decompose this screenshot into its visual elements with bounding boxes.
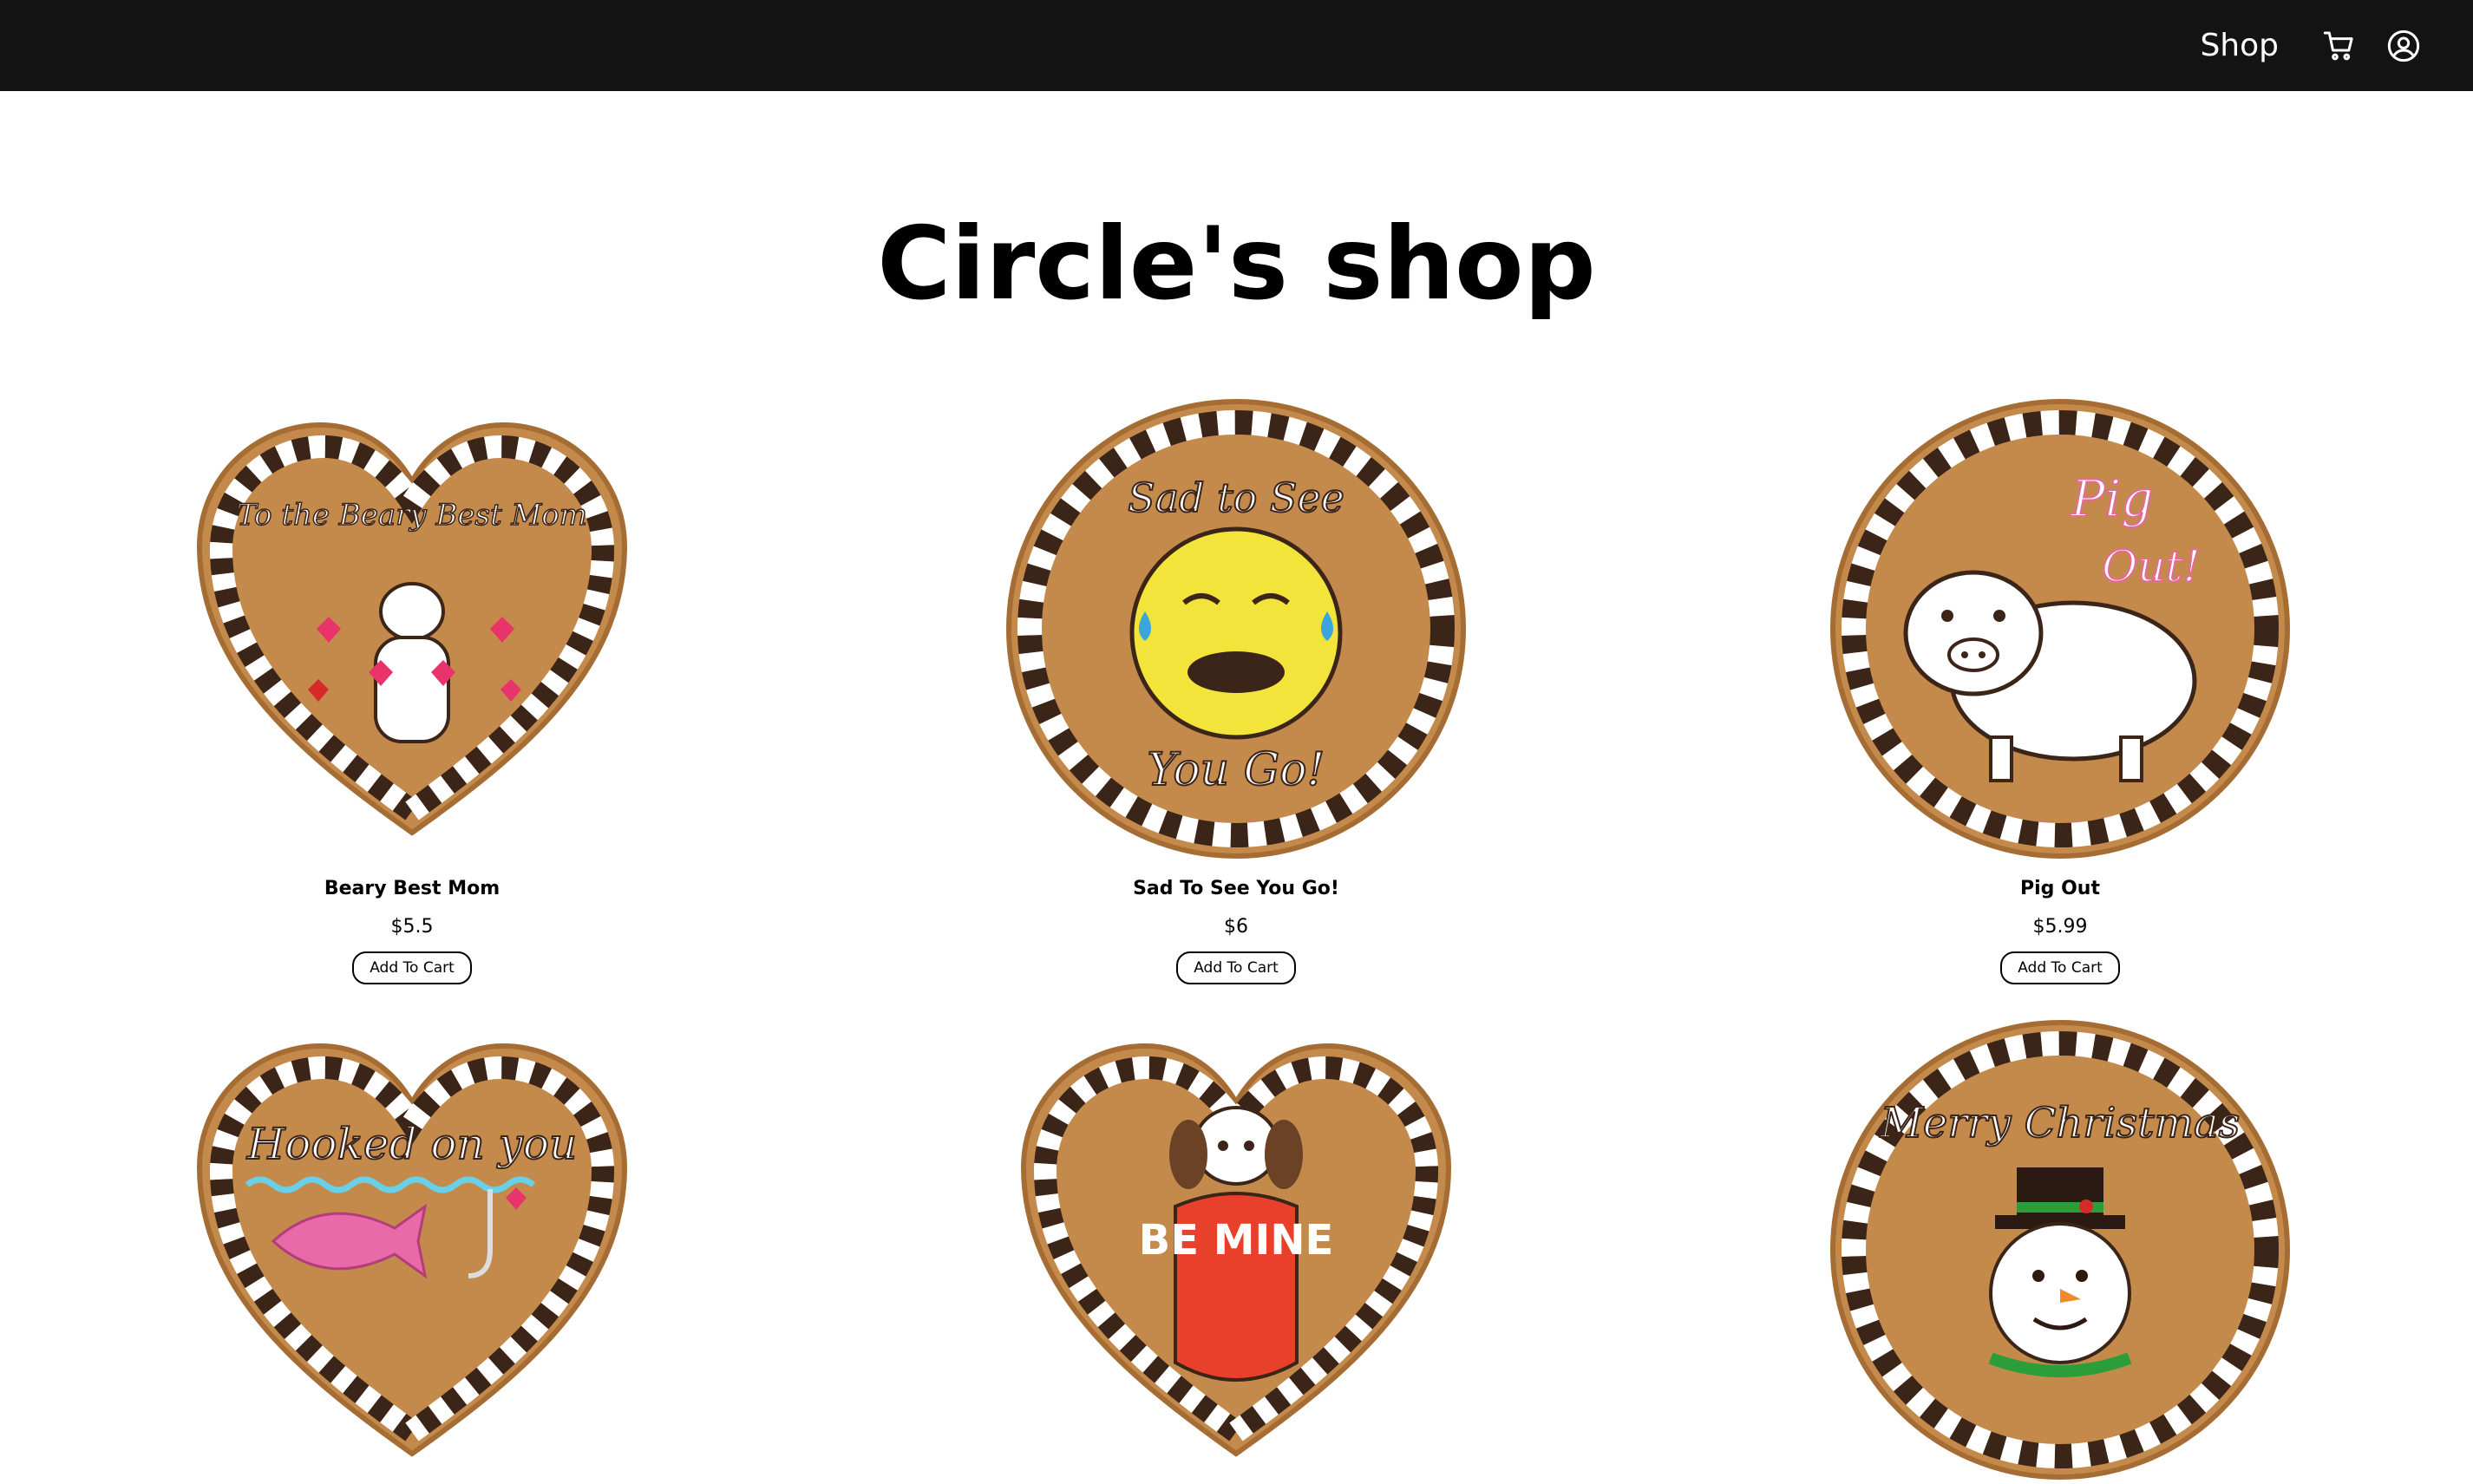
product-card: Hooked on you xyxy=(0,1016,824,1484)
product-card: To the Beary Best Mom Beary Best Mom $5.… xyxy=(0,395,824,984)
user-circle-icon[interactable] xyxy=(2385,27,2423,65)
svg-text:Out!: Out! xyxy=(2102,541,2200,592)
add-to-cart-button[interactable]: Add To Cart xyxy=(2000,951,2120,984)
page-title: Circle's shop xyxy=(877,206,1596,323)
svg-text:Pig: Pig xyxy=(2071,469,2154,528)
svg-text:Hooked on you: Hooked on you xyxy=(246,1119,577,1169)
nav-shop-link[interactable]: Shop xyxy=(2200,28,2279,63)
product-price: $5.99 xyxy=(2032,916,2088,938)
product-price: $6 xyxy=(1224,916,1248,938)
product-card: BE MINE xyxy=(824,1016,1648,1484)
cookie-image-circle[interactable]: Pig Out! xyxy=(1826,395,2294,863)
svg-text:You Go!: You Go! xyxy=(1148,744,1325,796)
product-grid: To the Beary Best Mom Beary Best Mom $5.… xyxy=(0,395,2473,1484)
top-navbar: Shop xyxy=(0,0,2473,91)
product-card: Pig Out! Pig Out $5.99 Add To Cart xyxy=(1648,395,2472,984)
product-card: Merry Christmas xyxy=(1648,1016,2472,1484)
add-to-cart-button[interactable]: Add To Cart xyxy=(1176,951,1296,984)
product-name: Beary Best Mom xyxy=(324,878,500,899)
cookie-image-circle[interactable]: Merry Christmas xyxy=(1826,1016,2294,1484)
svg-text:BE MINE: BE MINE xyxy=(1139,1216,1334,1265)
svg-text:Sad to See: Sad to See xyxy=(1128,474,1344,521)
cookie-image-heart[interactable]: BE MINE xyxy=(1002,1016,1470,1484)
cookie-image-circle[interactable]: Sad to See You Go! xyxy=(1002,395,1470,863)
product-name: Pig Out xyxy=(2020,878,2100,899)
cookie-image-heart[interactable]: Hooked on you xyxy=(178,1016,646,1484)
add-to-cart-button[interactable]: Add To Cart xyxy=(352,951,472,984)
svg-text:To the Beary Best Mom: To the Beary Best Mom xyxy=(237,498,587,533)
product-card: Sad to See You Go! Sad To See You Go! $6… xyxy=(824,395,1648,984)
cookie-image-heart[interactable]: To the Beary Best Mom xyxy=(178,395,646,863)
product-price: $5.5 xyxy=(390,916,434,938)
cart-icon[interactable] xyxy=(2320,27,2359,65)
svg-text:Merry Christmas: Merry Christmas xyxy=(1880,1099,2240,1147)
product-name: Sad To See You Go! xyxy=(1133,878,1339,899)
